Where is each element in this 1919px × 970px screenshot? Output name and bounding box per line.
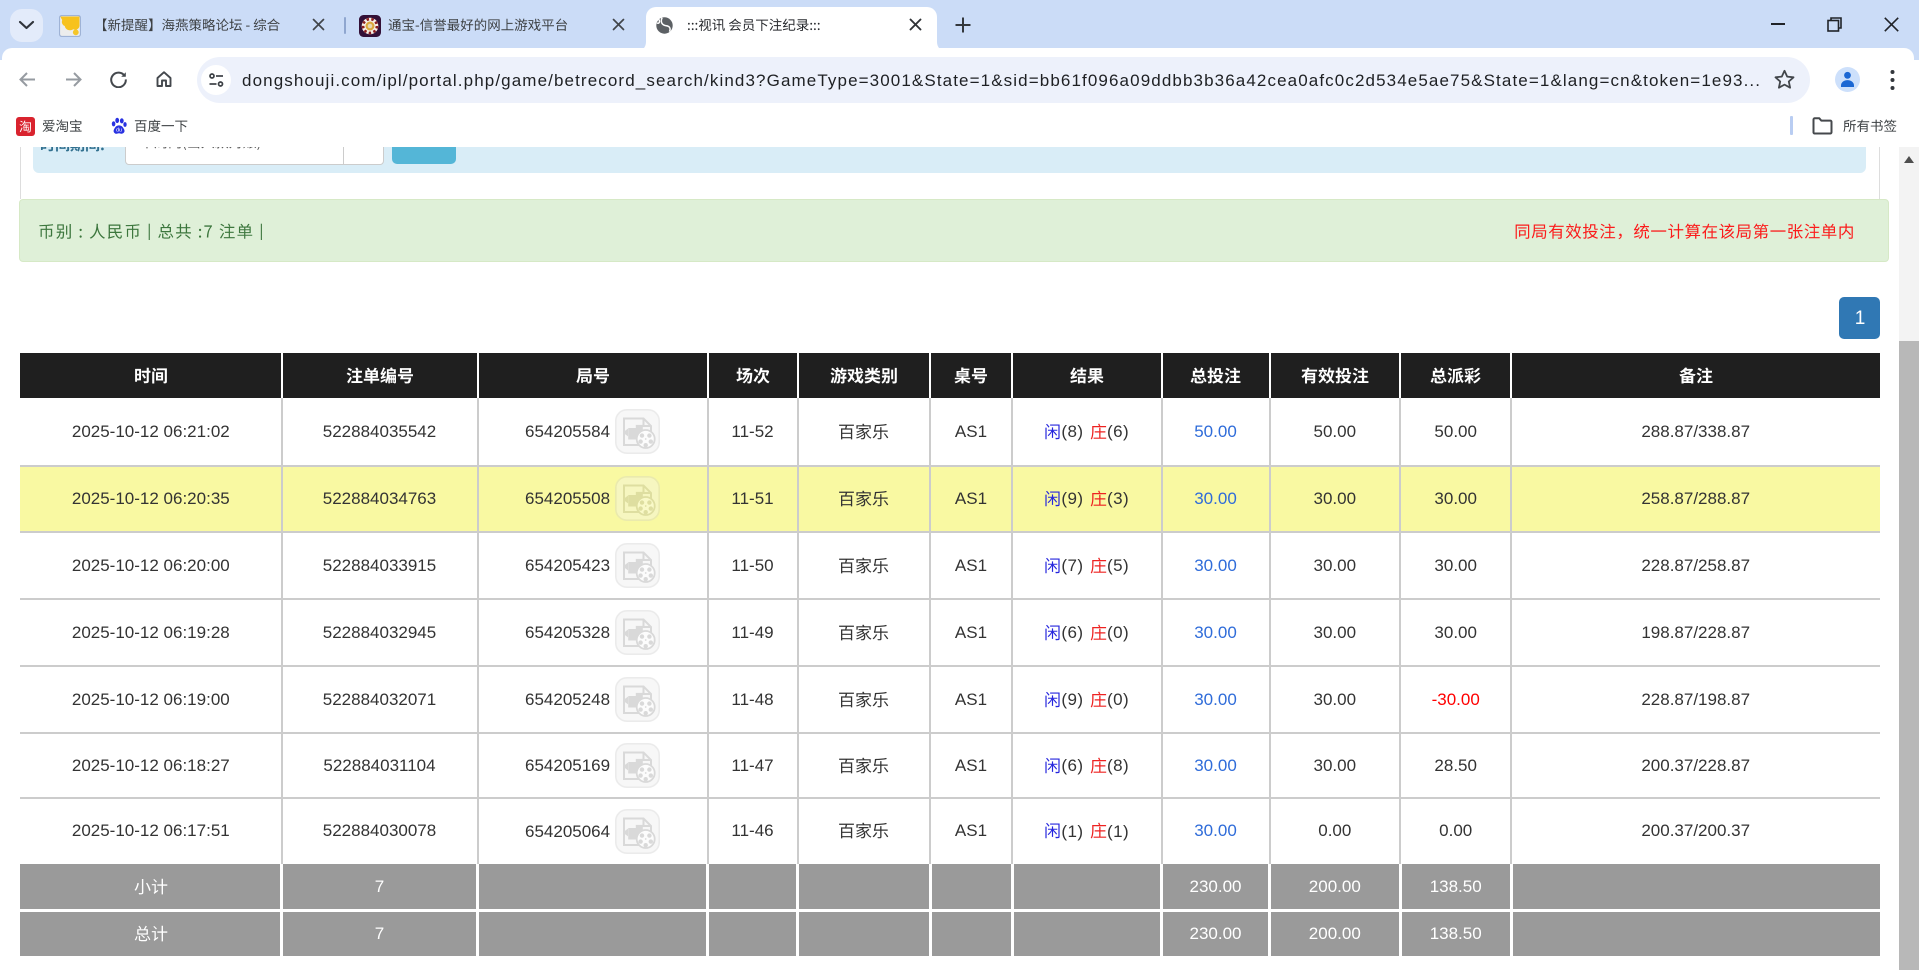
svg-text:du: du — [116, 128, 122, 134]
